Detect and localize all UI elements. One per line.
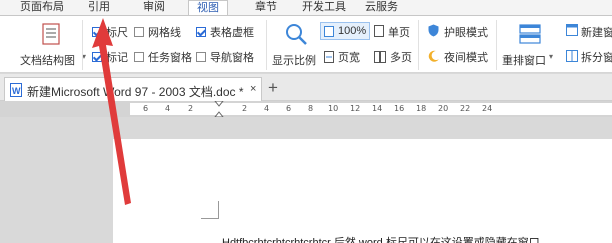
horizontal-ruler[interactable]: 6 4 2 2 4 6 8 10 12 14 16 18 20 22 24 <box>0 101 612 117</box>
single-page-label[interactable]: 单页 <box>388 24 410 40</box>
night-mode-label[interactable]: 夜间模式 <box>444 49 488 65</box>
tab-cloud-service[interactable]: 云服务 <box>365 0 398 15</box>
tab-chapter[interactable]: 章节 <box>255 0 277 15</box>
ruler-tick-label: 24 <box>482 104 493 113</box>
ruler-tick-label: 6 <box>143 104 149 113</box>
document-map-icon <box>42 23 60 45</box>
markup-checkbox[interactable] <box>92 52 102 62</box>
ruler-page-area <box>130 103 612 115</box>
ruler-label: 标尺 <box>106 27 128 39</box>
tab-developer[interactable]: 开发工具 <box>302 0 346 15</box>
gridlines-checkbox[interactable] <box>134 27 144 37</box>
task-pane-label: 任务窗格 <box>148 52 192 64</box>
table-gridlines-checkbox[interactable] <box>196 27 206 37</box>
split-window-icon[interactable] <box>566 50 578 62</box>
group-divider <box>418 20 419 70</box>
document-canvas[interactable]: Hdtfbcrhtcrhtcrhtcrhtcr 后然 word 标尺可以在这设置… <box>0 117 612 243</box>
ruler-tick-label: 4 <box>165 104 171 113</box>
ruler-checkbox[interactable] <box>92 27 102 37</box>
add-tab-icon[interactable]: + <box>268 78 278 98</box>
nav-pane-label: 导航窗格 <box>210 52 254 64</box>
show-scale-button[interactable]: 显示比例 <box>272 20 318 70</box>
close-icon[interactable]: × <box>250 83 256 95</box>
ruler-tick-label: 4 <box>264 104 270 113</box>
multi-page-icon[interactable] <box>374 51 386 63</box>
markup-label: 标记 <box>106 52 128 64</box>
ribbon-panel: 文档结构图 ▾ 标尺 网格线 表格虚框 标记 任务窗格 导航窗格 显示比例 10… <box>0 15 612 73</box>
zoom-100-icon <box>324 26 334 37</box>
task-pane-checkbox[interactable] <box>134 52 144 62</box>
ruler-tick-label: 8 <box>308 104 314 113</box>
new-window-label[interactable]: 新建窗 <box>581 24 612 40</box>
tab-references[interactable]: 引用 <box>88 0 110 15</box>
moon-icon[interactable] <box>428 50 440 62</box>
document-text[interactable]: Hdtfbcrhtcrhtcrhtcrhtcr 后然 word 标尺可以在这设置… <box>222 234 540 243</box>
ribbon-tab-bar: 页面布局 引用 审阅 视图 章节 开发工具 云服务 <box>0 0 612 15</box>
single-page-icon[interactable] <box>374 25 384 37</box>
zoom-100-label: 100% <box>338 25 367 37</box>
document-tab-title: 新建Microsoft Word 97 - 2003 文档.doc * <box>27 85 244 99</box>
ruler-tick-label: 18 <box>416 104 427 113</box>
ruler-tick-label: 12 <box>350 104 361 113</box>
doc-structure-button[interactable]: 文档结构图 ▾ <box>20 20 86 70</box>
tab-review[interactable]: 审阅 <box>143 0 165 15</box>
tab-view[interactable]: 视图 <box>188 0 228 15</box>
multi-page-label[interactable]: 多页 <box>390 49 412 65</box>
tab-page-layout[interactable]: 页面布局 <box>20 0 64 15</box>
document-page[interactable]: Hdtfbcrhtcrhtcrhtcrhtcr 后然 word 标尺可以在这设置… <box>113 139 612 243</box>
document-tab-bar: W 新建Microsoft Word 97 - 2003 文档.doc * × … <box>0 74 612 101</box>
group-divider <box>496 20 497 70</box>
page-width-label[interactable]: 页宽 <box>338 49 360 65</box>
windows-arrange-icon <box>519 24 541 44</box>
table-gridlines-label: 表格虚框 <box>210 27 254 39</box>
rearrange-label: 重排窗口 <box>502 55 546 67</box>
page-width-icon[interactable] <box>324 51 334 63</box>
margin-corner-mark <box>201 201 219 219</box>
indent-marker-icon[interactable] <box>214 101 224 117</box>
eye-protect-label[interactable]: 护眼模式 <box>444 24 488 40</box>
word-document-icon: W <box>10 83 22 97</box>
chevron-down-icon: ▾ <box>549 52 554 61</box>
gridlines-label: 网格线 <box>148 27 181 39</box>
shield-icon[interactable] <box>428 24 439 37</box>
nav-pane-checkbox[interactable] <box>196 52 206 62</box>
ruler-tick-label: 2 <box>188 104 194 113</box>
ruler-tick-label: 20 <box>438 104 449 113</box>
magnifier-icon <box>286 24 307 45</box>
show-scale-label: 显示比例 <box>272 55 316 67</box>
doc-structure-label: 文档结构图 <box>20 55 75 67</box>
ruler-tick-label: 16 <box>394 104 405 113</box>
new-window-icon[interactable] <box>566 24 578 36</box>
ruler-tick-label: 14 <box>372 104 383 113</box>
group-divider <box>82 20 83 70</box>
svg-text:W: W <box>12 86 21 96</box>
split-window-label[interactable]: 拆分窗 <box>581 49 612 65</box>
ruler-tick-label: 2 <box>242 104 248 113</box>
zoom-100-button[interactable]: 100% <box>320 22 370 40</box>
rearrange-windows-button[interactable]: 重排窗口 ▾ <box>502 20 558 70</box>
group-divider <box>266 20 267 70</box>
document-tab[interactable]: W 新建Microsoft Word 97 - 2003 文档.doc * × <box>4 77 262 101</box>
ruler-tick-label: 22 <box>460 104 471 113</box>
ruler-tick-label: 10 <box>328 104 339 113</box>
ruler-tick-label: 6 <box>286 104 292 113</box>
